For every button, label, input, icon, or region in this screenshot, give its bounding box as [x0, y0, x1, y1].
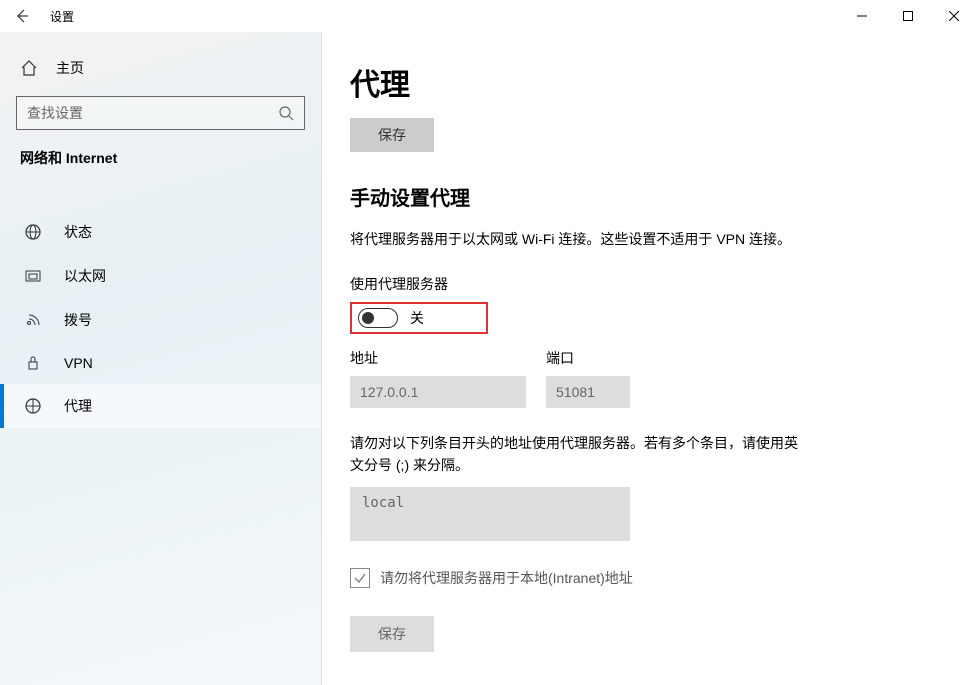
sidebar: 主页 网络和 Internet 状态 以太网 拨号 VPN	[0, 32, 322, 685]
titlebar: 设置	[0, 0, 977, 32]
toggle-state-label: 关	[410, 308, 424, 328]
category-label: 网络和 Internet	[0, 148, 321, 182]
intranet-checkbox-row: 请勿将代理服务器用于本地(Intranet)地址	[350, 568, 945, 588]
section-description: 将代理服务器用于以太网或 Wi-Fi 连接。这些设置不适用于 VPN 连接。	[350, 229, 945, 250]
ethernet-icon	[24, 267, 42, 285]
address-port-row: 地址 端口	[350, 348, 945, 408]
intranet-checkbox[interactable]	[350, 568, 370, 588]
page-title: 代理	[350, 60, 945, 104]
address-column: 地址	[350, 348, 526, 408]
nav-proxy-label: 代理	[64, 396, 92, 416]
nav-vpn-label: VPN	[64, 355, 93, 371]
address-label: 地址	[350, 348, 526, 368]
dialup-icon	[24, 311, 42, 329]
section-header: 手动设置代理	[350, 182, 945, 211]
home-icon	[20, 59, 38, 77]
toggle-knob	[362, 312, 374, 324]
maximize-button[interactable]	[885, 0, 931, 32]
maximize-icon	[903, 11, 913, 21]
bypass-textarea[interactable]	[350, 487, 630, 541]
nav-dialup[interactable]: 拨号	[0, 298, 321, 342]
status-icon	[24, 223, 42, 241]
back-button[interactable]	[0, 0, 44, 32]
proxy-toggle-row: 关	[350, 302, 488, 334]
nav-dialup-label: 拨号	[64, 310, 92, 330]
close-icon	[949, 11, 959, 21]
back-arrow-icon	[14, 8, 30, 24]
nav-proxy[interactable]: 代理	[0, 384, 321, 428]
search-box[interactable]	[16, 96, 305, 130]
use-proxy-label: 使用代理服务器	[350, 274, 945, 294]
save-button-top[interactable]: 保存	[350, 118, 434, 152]
nav-status[interactable]: 状态	[0, 210, 321, 254]
window-title: 设置	[50, 8, 74, 25]
port-column: 端口	[546, 348, 630, 408]
nav-list: 状态 以太网 拨号 VPN 代理	[0, 210, 321, 428]
nav-ethernet[interactable]: 以太网	[0, 254, 321, 298]
nav-vpn[interactable]: VPN	[0, 342, 321, 384]
address-input[interactable]	[350, 376, 526, 408]
search-input[interactable]	[27, 105, 278, 121]
save-button-bottom[interactable]: 保存	[350, 616, 434, 652]
bypass-description: 请勿对以下列条目开头的地址使用代理服务器。若有多个条目，请使用英文分号 (;) …	[350, 432, 810, 477]
close-button[interactable]	[931, 0, 977, 32]
port-input[interactable]	[546, 376, 630, 408]
home-link[interactable]: 主页	[0, 50, 321, 90]
nav-status-label: 状态	[64, 222, 92, 242]
proxy-icon	[24, 397, 42, 415]
titlebar-left: 设置	[0, 0, 74, 32]
minimize-button[interactable]	[839, 0, 885, 32]
nav-ethernet-label: 以太网	[64, 266, 106, 286]
main-content: 代理 保存 手动设置代理 将代理服务器用于以太网或 Wi-Fi 连接。这些设置不…	[322, 32, 977, 685]
proxy-toggle[interactable]	[358, 308, 398, 328]
port-label: 端口	[546, 348, 630, 368]
search-icon	[278, 105, 294, 121]
vpn-icon	[24, 354, 42, 372]
window-controls	[839, 0, 977, 32]
minimize-icon	[857, 11, 867, 21]
home-label: 主页	[56, 58, 84, 78]
checkmark-icon	[353, 571, 367, 585]
intranet-checkbox-label: 请勿将代理服务器用于本地(Intranet)地址	[380, 568, 633, 588]
